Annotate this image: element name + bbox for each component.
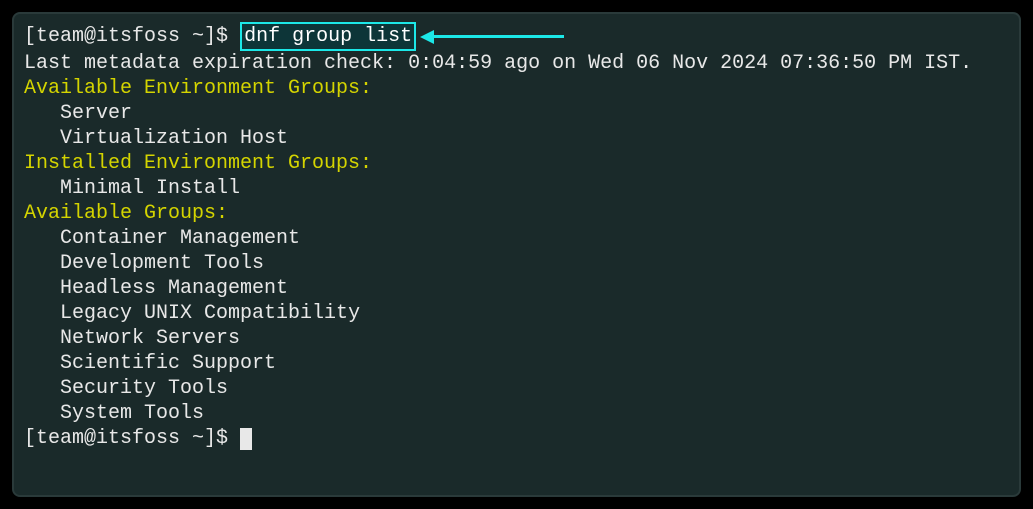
group-item: Server — [24, 101, 1009, 126]
group-item: Security Tools — [24, 376, 1009, 401]
group-item: Virtualization Host — [24, 126, 1009, 151]
group-item: Network Servers — [24, 326, 1009, 351]
highlighted-command: dnf group list — [240, 22, 416, 51]
section-heading-available-groups: Available Groups: — [24, 201, 1009, 226]
group-item: Development Tools — [24, 251, 1009, 276]
group-item: Minimal Install — [24, 176, 1009, 201]
group-item: Headless Management — [24, 276, 1009, 301]
command-line: [team@itsfoss ~]$ dnf group list — [24, 22, 1009, 51]
group-item: Legacy UNIX Compatibility — [24, 301, 1009, 326]
group-item: Container Management — [24, 226, 1009, 251]
group-item: Scientific Support — [24, 351, 1009, 376]
shell-prompt: [team@itsfoss ~]$ — [24, 24, 228, 49]
group-item: System Tools — [24, 401, 1009, 426]
final-prompt-line[interactable]: [team@itsfoss ~]$ — [24, 426, 1009, 451]
metadata-output-line: Last metadata expiration check: 0:04:59 … — [24, 51, 1009, 76]
cursor-icon — [240, 428, 252, 450]
section-heading-installed-env: Installed Environment Groups: — [24, 151, 1009, 176]
section-heading-available-env: Available Environment Groups: — [24, 76, 1009, 101]
annotation-arrow-icon — [420, 30, 564, 44]
terminal-window[interactable]: [team@itsfoss ~]$ dnf group list Last me… — [12, 12, 1021, 497]
